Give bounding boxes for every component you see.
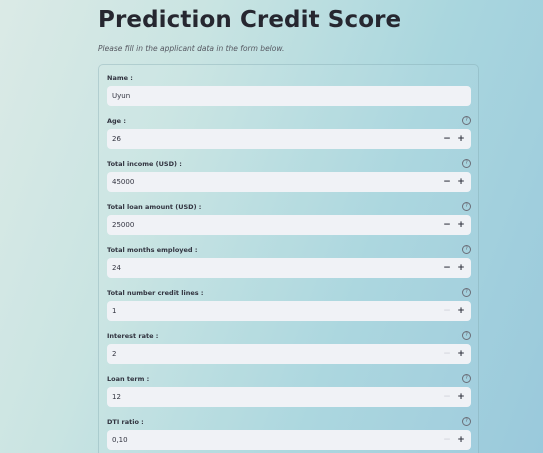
loan-amount-label: Total loan amount (USD) : [107,203,202,211]
months-employed-increment-button[interactable]: + [455,262,467,274]
age-decrement-button[interactable]: − [441,133,453,145]
help-circle-icon[interactable]: ? [462,245,471,254]
age-increment-button[interactable]: + [455,133,467,145]
name-input[interactable]: Uyun [107,86,471,106]
loan-amount-decrement-button[interactable]: − [441,219,453,231]
interest-rate-increment-button[interactable]: + [455,348,467,360]
income-input[interactable]: 45000 − + [107,172,471,192]
name-value: Uyun [112,92,131,100]
applicant-form: Name : Uyun Age : ? 26 − + Total income … [98,64,479,453]
form-instructions: Please fill in the applicant data in the… [98,44,285,53]
interest-rate-decrement-button[interactable]: − [441,348,453,360]
loan-amount-value: 25000 [112,221,135,229]
loan-term-decrement-button[interactable]: − [441,391,453,403]
interest-rate-label: Interest rate : [107,332,159,340]
income-value: 45000 [112,178,135,186]
help-circle-icon[interactable]: ? [462,202,471,211]
dti-ratio-decrement-button[interactable]: − [441,434,453,446]
loan-term-increment-button[interactable]: + [455,391,467,403]
loan-amount-input[interactable]: 25000 − + [107,215,471,235]
help-circle-icon[interactable]: ? [462,417,471,426]
loan-term-value: 12 [112,393,121,401]
age-input[interactable]: 26 − + [107,129,471,149]
credit-lines-increment-button[interactable]: + [455,305,467,317]
income-label: Total income (USD) : [107,160,182,168]
months-employed-decrement-button[interactable]: − [441,262,453,274]
age-value: 26 [112,135,121,143]
age-label: Age : [107,117,126,125]
credit-lines-input[interactable]: 1 − + [107,301,471,321]
page-title: Prediction Credit Score [98,7,402,33]
help-circle-icon[interactable]: ? [462,288,471,297]
dti-ratio-input[interactable]: 0,10 − + [107,430,471,450]
months-employed-input[interactable]: 24 − + [107,258,471,278]
credit-lines-decrement-button[interactable]: − [441,305,453,317]
help-circle-icon[interactable]: ? [462,159,471,168]
name-label: Name : [107,74,133,82]
loan-amount-increment-button[interactable]: + [455,219,467,231]
help-circle-icon[interactable]: ? [462,116,471,125]
credit-lines-value: 1 [112,307,117,315]
loan-term-input[interactable]: 12 − + [107,387,471,407]
months-employed-value: 24 [112,264,121,272]
dti-ratio-increment-button[interactable]: + [455,434,467,446]
income-decrement-button[interactable]: − [441,176,453,188]
interest-rate-value: 2 [112,350,117,358]
dti-ratio-value: 0,10 [112,436,128,444]
dti-ratio-label: DTI ratio : [107,418,144,426]
help-circle-icon[interactable]: ? [462,331,471,340]
income-increment-button[interactable]: + [455,176,467,188]
interest-rate-input[interactable]: 2 − + [107,344,471,364]
loan-term-label: Loan term : [107,375,150,383]
credit-lines-label: Total number credit lines : [107,289,204,297]
months-employed-label: Total months employed : [107,246,198,254]
help-circle-icon[interactable]: ? [462,374,471,383]
